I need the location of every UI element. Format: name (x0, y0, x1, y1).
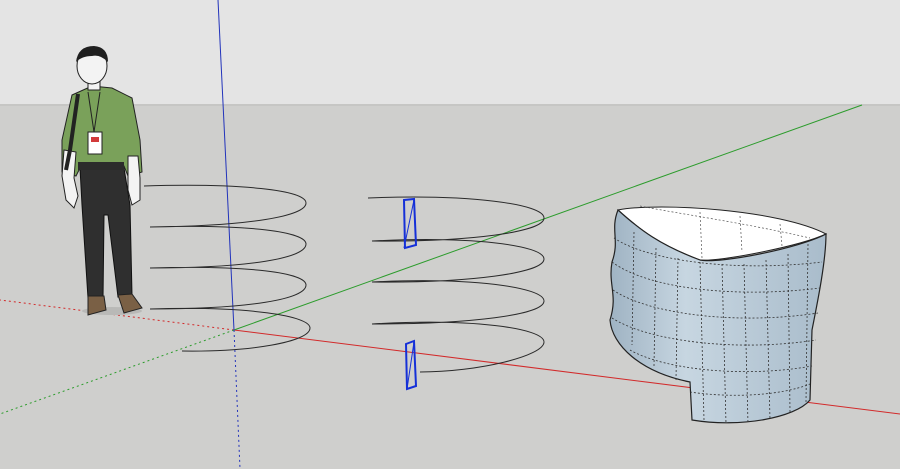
model-viewport[interactable] (0, 0, 900, 469)
figure-badge (87, 131, 103, 155)
figure-badge-stripe (91, 137, 99, 142)
figure-right-arm (127, 155, 141, 206)
scene-canvas[interactable] (0, 0, 900, 469)
figure-belt (78, 162, 124, 170)
sky-background (0, 0, 900, 106)
